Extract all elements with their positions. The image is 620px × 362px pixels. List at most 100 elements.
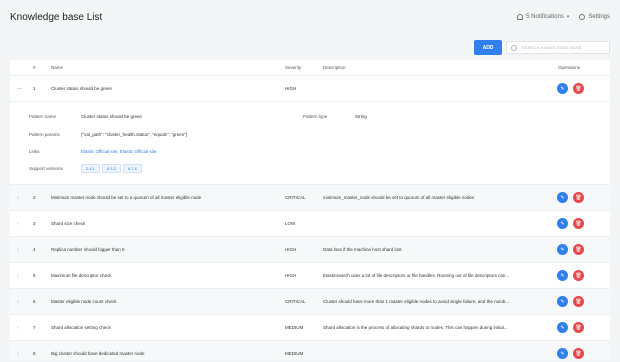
row-name: Big cluster should have dedicated master… <box>51 351 145 356</box>
search-box[interactable] <box>506 41 610 54</box>
row-name: Maximum file descriptor check <box>51 273 112 278</box>
search-input[interactable] <box>519 44 609 51</box>
add-button[interactable]: ADD <box>474 40 502 55</box>
row-operations: ✎ 🗑 <box>557 218 584 229</box>
table-row[interactable]: › 4 Replica number should bigger than 0 … <box>10 237 610 263</box>
row-severity: CRITICAL <box>285 299 306 304</box>
table-row[interactable]: › 3 Shard size check LOW ✎ 🗑 <box>10 211 610 237</box>
collapse-icon[interactable]: — <box>17 86 22 92</box>
links-label: Links <box>29 149 40 154</box>
delete-button[interactable]: 🗑 <box>573 348 584 359</box>
table-row[interactable]: › 7 Shard allocation setting check MEDIU… <box>10 315 610 341</box>
search-icon <box>511 44 517 51</box>
row-num: 5 <box>33 273 36 278</box>
knowledge-base-table: # Name Severity Description Operations —… <box>10 60 610 360</box>
row-severity: MEDIUM <box>285 351 304 356</box>
pattern-params-value: {"val_path": "cluster_health.status", "e… <box>81 132 188 137</box>
edit-button[interactable]: ✎ <box>557 296 568 307</box>
expand-icon[interactable]: › <box>17 351 19 357</box>
version-tag: 2.4.1 <box>81 164 100 173</box>
table-header: # Name Severity Description Operations <box>10 60 610 76</box>
delete-icon: 🗑 <box>575 220 582 227</box>
edit-button[interactable]: ✎ <box>557 322 568 333</box>
delete-button[interactable]: 🗑 <box>573 270 584 281</box>
edit-button[interactable]: ✎ <box>557 244 568 255</box>
row-name: Shard size check <box>51 221 86 226</box>
delete-icon: 🗑 <box>575 324 582 331</box>
edit-icon: ✎ <box>560 324 565 331</box>
edit-icon: ✎ <box>560 350 565 357</box>
row-operations: ✎ 🗑 <box>557 270 584 281</box>
header-severity: Severity <box>285 65 302 70</box>
header-operations: Operations <box>558 65 581 70</box>
delete-button[interactable]: 🗑 <box>573 218 584 229</box>
pattern-params-label: Pattern params <box>29 132 60 137</box>
table-row[interactable]: › 8 Big cluster should have dedicated ma… <box>10 341 610 360</box>
edit-button[interactable]: ✎ <box>557 270 568 281</box>
edit-icon: ✎ <box>560 220 565 227</box>
row-description: Elasticsearch uses a lot of file descrip… <box>323 273 510 278</box>
expand-icon[interactable]: › <box>17 221 19 227</box>
notifications-menu[interactable]: 5 Notifications ▾ <box>517 14 569 20</box>
settings-link[interactable]: Settings <box>579 14 610 20</box>
edit-button[interactable]: ✎ <box>557 192 568 203</box>
row-num: 6 <box>33 299 36 304</box>
row-num: 1 <box>33 86 36 91</box>
expand-icon[interactable]: › <box>17 325 19 331</box>
gear-icon <box>579 14 586 20</box>
delete-button[interactable]: 🗑 <box>573 83 584 94</box>
chevron-down-icon: ▾ <box>566 14 570 20</box>
row-severity: CRITICAL <box>285 195 306 200</box>
expand-icon[interactable]: › <box>17 247 19 253</box>
row-operations: ✎ 🗑 <box>557 83 584 94</box>
delete-button[interactable]: 🗑 <box>573 322 584 333</box>
row-operations: ✎ 🗑 <box>557 322 584 333</box>
row-num: 3 <box>33 221 36 226</box>
edit-button[interactable]: ✎ <box>557 218 568 229</box>
row-severity: LOW <box>285 221 296 226</box>
support-versions: 2.4.1 5.3.2 6.7.4 <box>81 164 142 173</box>
settings-label: Settings <box>588 14 610 20</box>
row-severity: HIGH <box>285 273 297 278</box>
expand-icon[interactable]: › <box>17 299 19 305</box>
expand-icon[interactable]: › <box>17 195 19 201</box>
delete-button[interactable]: 🗑 <box>573 192 584 203</box>
row-severity: HIGH <box>285 247 297 252</box>
row-operations: ✎ 🗑 <box>557 192 584 203</box>
edit-button[interactable]: ✎ <box>557 348 568 359</box>
edit-button[interactable]: ✎ <box>557 83 568 94</box>
edit-icon: ✎ <box>560 246 565 253</box>
row-num: 8 <box>33 351 36 356</box>
pattern-type-label: Pattern type <box>303 114 328 119</box>
row-num: 7 <box>33 325 36 330</box>
delete-icon: 🗑 <box>575 194 582 201</box>
delete-icon: 🗑 <box>575 85 582 92</box>
delete-button[interactable]: 🗑 <box>573 296 584 307</box>
top-right-actions: 5 Notifications ▾ Settings <box>517 14 610 20</box>
pattern-type-value: String <box>355 114 367 119</box>
table-row[interactable]: › 2 Minimum master node should be set to… <box>10 185 610 211</box>
delete-button[interactable]: 🗑 <box>573 244 584 255</box>
delete-icon: 🗑 <box>575 272 582 279</box>
edit-icon: ✎ <box>560 85 565 92</box>
table-row[interactable]: — 1 Cluster status should be green HIGH … <box>10 76 610 102</box>
delete-icon: 🗑 <box>575 298 582 305</box>
pattern-name-label: Pattern name <box>29 114 57 119</box>
pattern-name-value: Cluster status should be green <box>81 114 143 119</box>
row-name: Minimum master node should be set to a q… <box>51 195 202 200</box>
delete-icon: 🗑 <box>575 350 582 357</box>
row-detail-panel: Pattern name Cluster status should be gr… <box>10 102 610 185</box>
row-name: Shard allocation setting check <box>51 325 111 330</box>
row-num: 4 <box>33 247 36 252</box>
edit-icon: ✎ <box>560 272 565 279</box>
table-row[interactable]: › 5 Maximum file descriptor check HIGH E… <box>10 263 610 289</box>
header-num: # <box>33 65 36 70</box>
links-value[interactable]: Elastic Official site, Elastic Official … <box>81 149 156 154</box>
edit-icon: ✎ <box>560 194 565 201</box>
expand-icon[interactable]: › <box>17 273 19 279</box>
header-description: Description <box>323 65 346 70</box>
row-operations: ✎ 🗑 <box>557 348 584 359</box>
topbar: Knowledge base List 5 Notifications ▾ Se… <box>0 0 620 34</box>
table-row[interactable]: › 6 Master eligible node count check CRI… <box>10 289 610 315</box>
row-name: Master eligible node count check <box>51 299 117 304</box>
